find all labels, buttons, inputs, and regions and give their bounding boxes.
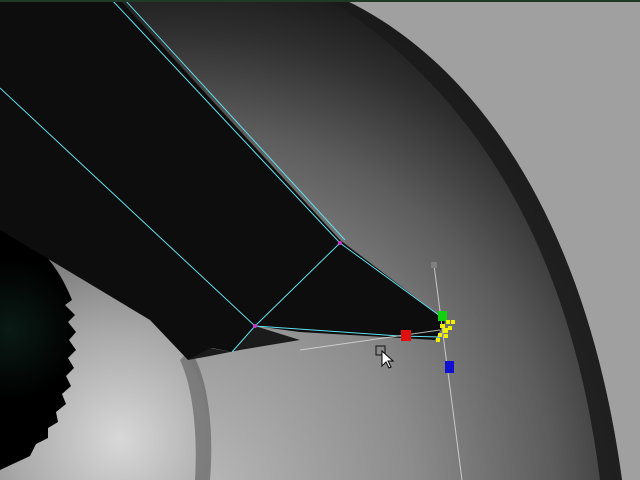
viewport-canvas[interactable]: [0, 0, 640, 480]
z-axis-handle[interactable]: [445, 361, 454, 373]
3d-viewport[interactable]: [0, 0, 640, 480]
selected-vertex[interactable]: [338, 241, 342, 245]
selected-vertex[interactable]: [253, 324, 257, 328]
pivot-handle[interactable]: [431, 262, 437, 268]
x-axis-handle[interactable]: [401, 330, 411, 341]
viewport-top-edge: [0, 0, 640, 2]
y-axis-handle[interactable]: [438, 311, 447, 321]
